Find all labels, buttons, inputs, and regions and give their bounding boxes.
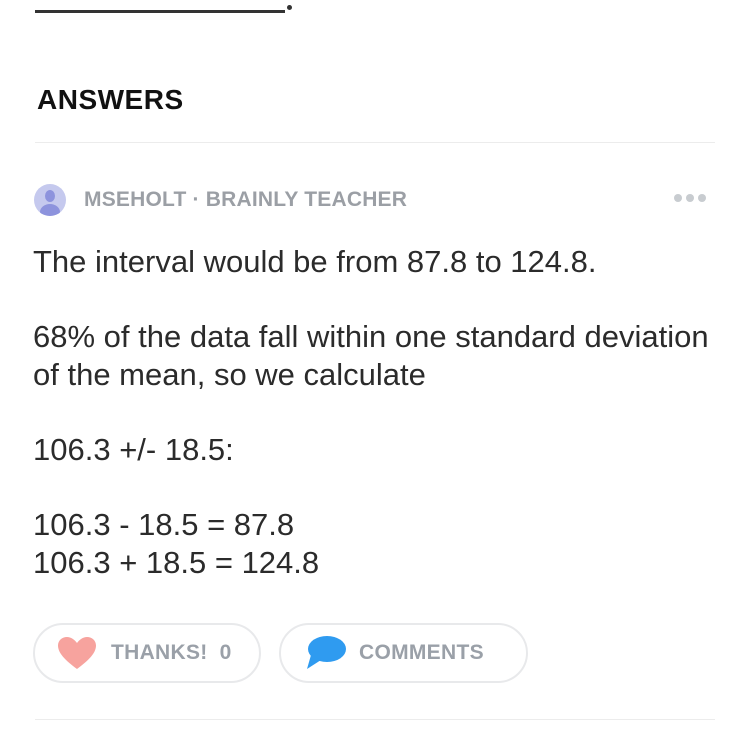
answer-paragraph: 106.3 +/- 18.5: <box>33 432 234 467</box>
thanks-count: 0 <box>219 641 232 664</box>
comments-label: COMMENTS <box>359 641 484 664</box>
heart-icon <box>58 637 96 669</box>
user-avatar-icon[interactable] <box>34 184 66 216</box>
thanks-button[interactable]: THANKS! 0 <box>33 623 261 683</box>
answer-paragraph: The interval would be from 87.8 to 124.8… <box>33 244 597 279</box>
divider <box>35 719 715 720</box>
comment-bubble-icon <box>307 636 346 669</box>
blank-underline <box>35 10 285 13</box>
period-mark <box>287 5 292 10</box>
answer-paragraph: 106.3 + 18.5 = 124.8 <box>33 545 320 580</box>
answer-paragraph: 106.3 - 18.5 = 87.8 <box>33 507 295 542</box>
answer-author-row: MSEHOLT · BRAINLY TEACHER <box>34 183 714 217</box>
divider <box>35 142 715 143</box>
answer-paragraph: 68% of the data fall within one standard… <box>33 319 709 392</box>
comments-button[interactable]: COMMENTS <box>279 623 528 683</box>
author-name[interactable]: MSEHOLT · BRAINLY TEACHER <box>84 188 407 212</box>
answer-body: The interval would be from 87.8 to 124.8… <box>33 243 723 582</box>
thanks-label: THANKS! <box>111 641 208 664</box>
answers-page: ANSWERS MSEHOLT · BRAINLY TEACHER The in… <box>0 0 750 750</box>
more-options-icon[interactable] <box>674 194 706 202</box>
section-title: ANSWERS <box>37 84 184 115</box>
